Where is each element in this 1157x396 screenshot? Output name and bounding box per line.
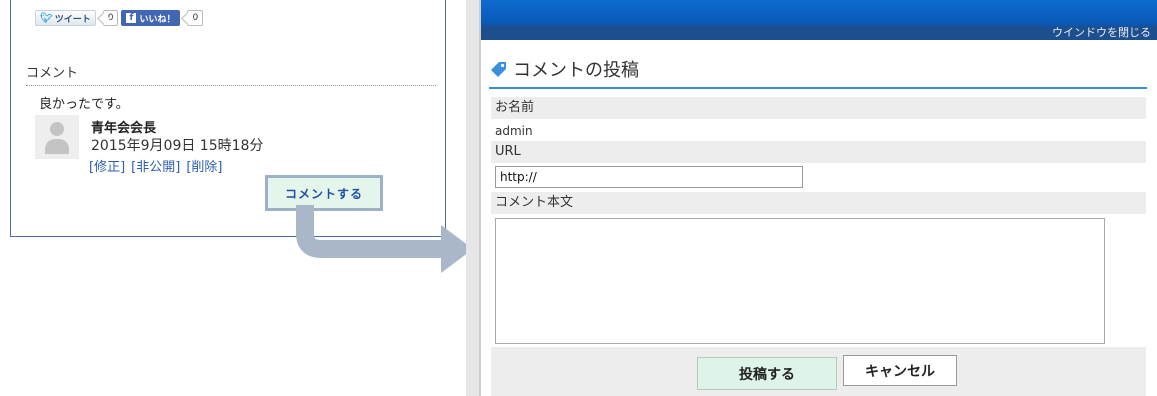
facebook-icon: f — [126, 13, 137, 23]
edit-link[interactable]: [修正] — [89, 156, 125, 175]
tweet-button[interactable]: 🐦︎ ツイート — [35, 10, 96, 26]
default-avatar-icon — [35, 115, 79, 159]
comment-dialog-window: ウインドウを閉じる コメントの投稿 お名前 admin URL http:// … — [466, 0, 1157, 396]
name-label: お名前 — [491, 97, 1146, 119]
delete-link[interactable]: [削除] — [186, 156, 222, 175]
comment-date: 2015年9月09日 15時18分 — [91, 138, 264, 154]
like-count: 0 — [187, 10, 204, 26]
comment-actions: [修正] [非公開] [削除] — [89, 156, 222, 175]
share-buttons: 🐦︎ ツイート 0 f いいね！ 0 — [35, 10, 204, 26]
background-page-strip — [466, 0, 480, 396]
comment-body-textarea[interactable] — [495, 218, 1105, 344]
url-label: URL — [491, 141, 1146, 163]
arrow-icon — [296, 205, 473, 273]
dialog-button-row: 投稿する キャンセル — [491, 347, 1146, 396]
dialog-title-row: コメントの投稿 — [489, 56, 639, 82]
comment-post-dialog: ウインドウを閉じる コメントの投稿 お名前 admin URL http:// … — [480, 0, 1157, 396]
submit-button[interactable]: 投稿する — [697, 357, 837, 390]
comment-text: 良かったです。 — [39, 97, 129, 112]
tweet-label: ツイート — [54, 14, 91, 25]
twitter-bird-icon: 🐦︎ — [40, 12, 53, 24]
url-input[interactable]: http:// — [495, 166, 803, 188]
title-underline — [489, 87, 1147, 89]
dialog-header-bar: ウインドウを閉じる — [481, 0, 1157, 40]
comment-author: 青年会会長 — [91, 121, 157, 136]
unpublish-link[interactable]: [非公開] — [131, 156, 180, 175]
facebook-like-button[interactable]: f いいね！ — [121, 10, 181, 26]
tweet-count: 0 — [102, 10, 119, 26]
body-label: コメント本文 — [491, 192, 1146, 214]
comment-section-title: コメント — [26, 62, 436, 86]
like-label: いいね！ — [139, 14, 176, 25]
cancel-button[interactable]: キャンセル — [843, 355, 957, 386]
tag-icon — [491, 62, 506, 77]
comment-section-panel: 🐦︎ ツイート 0 f いいね！ 0 コメント 良かったです。 青年会会長 20… — [10, 0, 446, 237]
close-window-link[interactable]: ウインドウを閉じる — [1052, 26, 1151, 40]
name-value: admin — [495, 124, 533, 138]
dialog-title: コメントの投稿 — [513, 60, 639, 81]
